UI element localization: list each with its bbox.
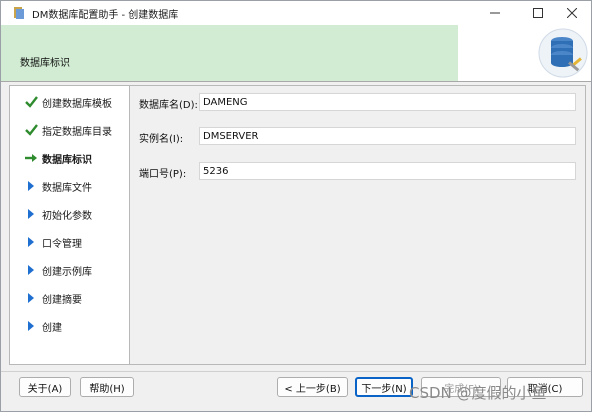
footer-divider (1, 371, 591, 372)
close-icon[interactable] (552, 1, 592, 25)
step-label: 创建数据库模板 (42, 98, 112, 110)
port-label: 端口号(P): (139, 169, 187, 180)
window-title: DM数据库配置助手 - 创建数据库 (32, 9, 179, 21)
triangle-right-icon (24, 235, 38, 249)
title-bar[interactable]: DM数据库配置助手 - 创建数据库 (1, 1, 591, 25)
triangle-right-icon (24, 263, 38, 277)
step-database-identity[interactable]: 数据库标识 (10, 148, 130, 168)
wizard-window: DM数据库配置助手 - 创建数据库 数据库标识 创建数据库模板 指定数据库目录 … (0, 0, 592, 412)
triangle-right-icon (24, 291, 38, 305)
wizard-header: 数据库标识 (1, 25, 458, 81)
step-create-template[interactable]: 创建数据库模板 (10, 92, 130, 112)
step-label: 创建示例库 (42, 266, 92, 278)
page-title: 数据库标识 (20, 58, 70, 69)
watermark-text: CSDN @度假的小鱼 (409, 384, 547, 402)
step-label: 指定数据库目录 (42, 126, 112, 138)
minimize-icon[interactable] (475, 1, 515, 25)
step-label: 初始化参数 (42, 210, 92, 222)
step-create-sample[interactable]: 创建示例库 (10, 260, 130, 280)
step-init-params[interactable]: 初始化参数 (10, 204, 130, 224)
port-input[interactable] (199, 162, 576, 180)
step-password-management[interactable]: 口令管理 (10, 232, 130, 252)
step-database-files[interactable]: 数据库文件 (10, 176, 130, 196)
about-button[interactable]: 关于(A) (19, 377, 71, 397)
form-panel: 数据库名(D): 实例名(I): 端口号(P): (129, 85, 586, 365)
arrow-right-icon (24, 151, 38, 165)
step-specify-directory[interactable]: 指定数据库目录 (10, 120, 130, 140)
wizard-steps: 创建数据库模板 指定数据库目录 数据库标识 数据库文件 初始化参数 口令管理 创… (9, 85, 130, 365)
header-divider (1, 81, 591, 82)
db-name-input[interactable] (199, 93, 576, 111)
prev-button[interactable]: < 上一步(B) (277, 377, 348, 397)
step-label: 创建摘要 (42, 294, 82, 306)
step-label: 创建 (42, 322, 62, 334)
database-config-icon (458, 25, 591, 81)
triangle-right-icon (24, 179, 38, 193)
checkmark-icon (24, 123, 38, 137)
help-button[interactable]: 帮助(H) (80, 377, 134, 397)
checkmark-icon (24, 95, 38, 109)
app-icon (14, 7, 24, 19)
step-label: 口令管理 (42, 238, 82, 250)
step-label: 数据库标识 (42, 154, 92, 166)
triangle-right-icon (24, 319, 38, 333)
step-create[interactable]: 创建 (10, 316, 130, 336)
step-label: 数据库文件 (42, 182, 92, 194)
instance-name-input[interactable] (199, 127, 576, 145)
next-button[interactable]: 下一步(N) (355, 377, 413, 397)
instance-name-label: 实例名(I): (139, 134, 184, 145)
triangle-right-icon (24, 207, 38, 221)
db-name-label: 数据库名(D): (139, 100, 198, 111)
step-create-summary[interactable]: 创建摘要 (10, 288, 130, 308)
